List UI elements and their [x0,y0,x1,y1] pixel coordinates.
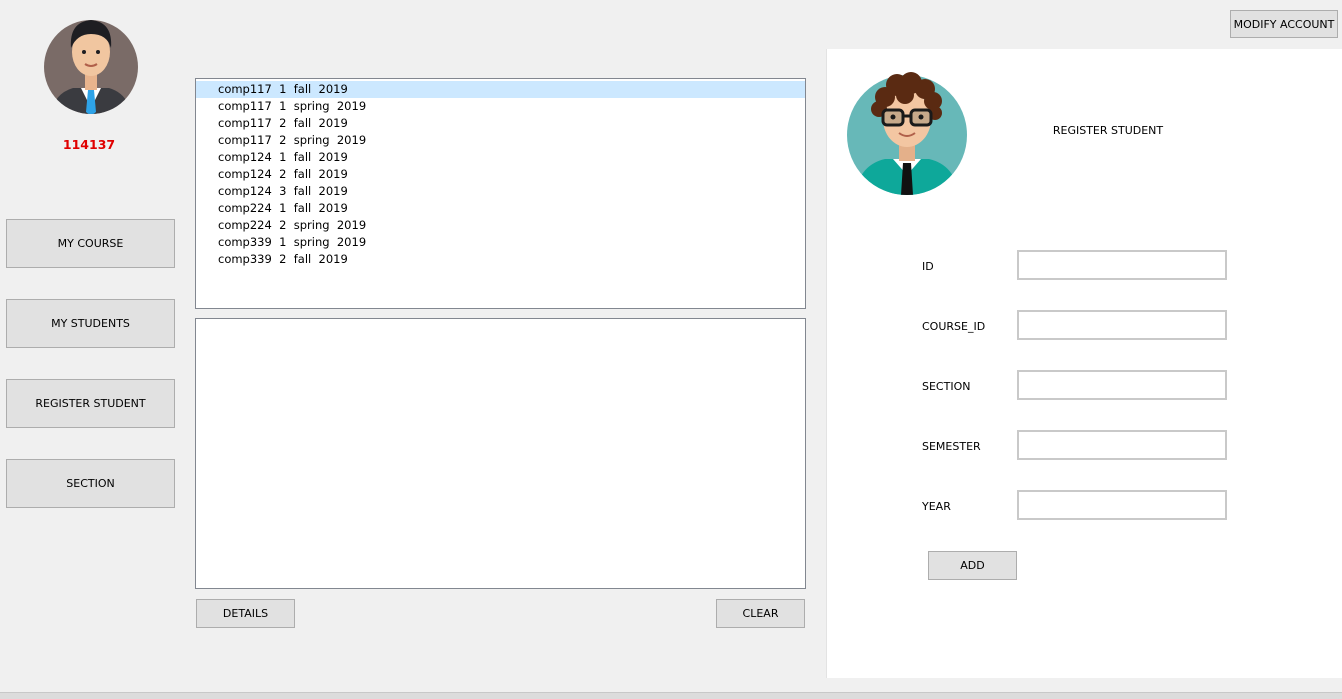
list-item[interactable]: comp224 1 fall 2019 [196,200,805,217]
section-field[interactable] [1017,370,1227,400]
list-item[interactable]: comp224 2 spring 2019 [196,217,805,234]
semester-field[interactable] [1017,430,1227,460]
clear-label: CLEAR [742,607,779,620]
list-item[interactable]: comp339 2 fall 2019 [196,251,805,268]
clear-button[interactable]: CLEAR [716,599,805,628]
details-label: DETAILS [222,607,269,620]
id-label: ID [922,260,934,273]
teacher-avatar-icon [43,12,139,116]
register-student-label: REGISTER STUDENT [35,397,146,410]
section-button[interactable]: SECTION [6,459,175,508]
student-avatar-icon [847,67,969,195]
list-item[interactable]: comp117 2 spring 2019 [196,132,805,149]
details-list[interactable] [195,318,806,589]
list-item[interactable]: comp117 1 fall 2019 [196,81,805,98]
id-field[interactable] [1017,250,1227,280]
semester-label: SEMESTER [922,440,981,453]
add-label: ADD [960,559,985,572]
my-students-label: MY STUDENTS [51,317,130,330]
list-item[interactable]: comp339 1 spring 2019 [196,234,805,251]
add-button[interactable]: ADD [928,551,1017,580]
list-item[interactable]: comp124 2 fall 2019 [196,166,805,183]
details-button[interactable]: DETAILS [196,599,295,628]
year-field[interactable] [1017,490,1227,520]
register-student-button[interactable]: REGISTER STUDENT [6,379,175,428]
modify-account-label: MODIFY ACCOUNT [1233,17,1335,31]
section-label: SECTION [66,477,115,490]
list-item[interactable]: comp124 1 fall 2019 [196,149,805,166]
course-id-field[interactable] [1017,310,1227,340]
course-id-label: COURSE_ID [922,320,986,333]
my-course-label: MY COURSE [57,237,124,250]
course-list[interactable]: comp117 1 fall 2019 comp117 1 spring 201… [195,78,806,309]
list-item[interactable]: comp117 2 fall 2019 [196,115,805,132]
section-field-label: SECTION [922,380,971,393]
list-item[interactable]: comp124 3 fall 2019 [196,183,805,200]
user-id-label: 114137 [62,137,116,152]
modify-account-button[interactable]: MODIFY ACCOUNT [1230,10,1338,38]
list-item[interactable]: comp117 1 spring 2019 [196,98,805,115]
register-form-title: REGISTER STUDENT [1052,124,1164,137]
year-label: YEAR [922,500,951,513]
my-course-button[interactable]: MY COURSE [6,219,175,268]
my-students-button[interactable]: MY STUDENTS [6,299,175,348]
